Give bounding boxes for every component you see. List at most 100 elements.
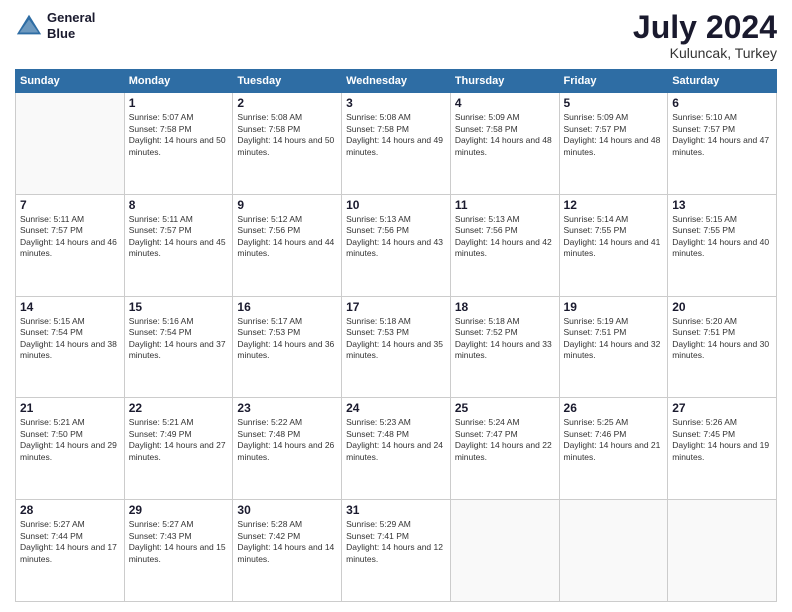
cell-info: Sunrise: 5:11 AMSunset: 7:57 PMDaylight:…: [20, 214, 120, 260]
cell-day-number: 21: [20, 401, 120, 415]
cell-day-number: 31: [346, 503, 446, 517]
cell-info: Sunrise: 5:27 AMSunset: 7:44 PMDaylight:…: [20, 519, 120, 565]
cell-day-number: 24: [346, 401, 446, 415]
calendar-cell: 16Sunrise: 5:17 AMSunset: 7:53 PMDayligh…: [233, 296, 342, 398]
week-row-5: 28 Sunrise: 5:27 AMSunset: 7:44 PMDayligh…: [16, 500, 777, 602]
logo: General Blue: [15, 10, 95, 41]
cell-day-number: 11: [455, 198, 555, 212]
cell-day-number: 26: [564, 401, 664, 415]
calendar-cell: 1 Sunrise: 5:07 AMSunset: 7:58 PMDaylight…: [124, 93, 233, 195]
calendar-cell: [559, 500, 668, 602]
cell-info: Sunrise: 5:26 AMSunset: 7:45 PMDaylight:…: [672, 417, 772, 463]
cell-info: Sunrise: 5:28 AMSunset: 7:42 PMDaylight:…: [237, 519, 337, 565]
cell-day-number: 3: [346, 96, 446, 110]
week-row-3: 14 Sunrise: 5:15 AMSunset: 7:54 PMDayligh…: [16, 296, 777, 398]
cell-day-number: 10: [346, 198, 446, 212]
cell-info: Sunrise: 5:15 AMSunset: 7:55 PMDaylight:…: [672, 214, 772, 260]
cell-info: Sunrise: 5:07 AMSunset: 7:58 PMDaylight:…: [129, 112, 229, 158]
cell-info: Sunrise: 5:16 AMSunset: 7:54 PMDaylight:…: [129, 316, 229, 362]
calendar-cell: 14 Sunrise: 5:15 AMSunset: 7:54 PMDayligh…: [16, 296, 125, 398]
cell-day-number: 15: [129, 300, 229, 314]
cell-info: Sunrise: 5:14 AMSunset: 7:55 PMDaylight:…: [564, 214, 664, 260]
calendar-cell: 25Sunrise: 5:24 AMSunset: 7:47 PMDayligh…: [450, 398, 559, 500]
calendar-cell: 30 Sunrise: 5:28 AMSunset: 7:42 PMDayligh…: [233, 500, 342, 602]
calendar-cell: 5Sunrise: 5:09 AMSunset: 7:57 PMDaylight…: [559, 93, 668, 195]
calendar-cell: 22 Sunrise: 5:21 AMSunset: 7:49 PMDayligh…: [124, 398, 233, 500]
cell-day-number: 5: [564, 96, 664, 110]
cell-info: Sunrise: 5:12 AMSunset: 7:56 PMDaylight:…: [237, 214, 337, 260]
calendar-cell: 31 Sunrise: 5:29 AMSunset: 7:41 PMDayligh…: [342, 500, 451, 602]
cell-info: Sunrise: 5:13 AMSunset: 7:56 PMDaylight:…: [455, 214, 555, 260]
calendar-cell: 18Sunrise: 5:18 AMSunset: 7:52 PMDayligh…: [450, 296, 559, 398]
day-header-sunday: Sunday: [16, 70, 125, 93]
calendar-cell: 20 Sunrise: 5:20 AMSunset: 7:51 PMDayligh…: [668, 296, 777, 398]
day-header-wednesday: Wednesday: [342, 70, 451, 93]
header-row: SundayMondayTuesdayWednesdayThursdayFrid…: [16, 70, 777, 93]
title-block: July 2024 Kuluncak, Turkey: [633, 10, 777, 61]
cell-info: Sunrise: 5:19 AMSunset: 7:51 PMDaylight:…: [564, 316, 664, 362]
cell-day-number: 4: [455, 96, 555, 110]
logo-icon: [15, 12, 43, 40]
cell-info: Sunrise: 5:17 AMSunset: 7:53 PMDaylight:…: [237, 316, 337, 362]
calendar-cell: [668, 500, 777, 602]
week-row-1: 1 Sunrise: 5:07 AMSunset: 7:58 PMDaylight…: [16, 93, 777, 195]
header: General Blue July 2024 Kuluncak, Turkey: [15, 10, 777, 61]
cell-info: Sunrise: 5:20 AMSunset: 7:51 PMDaylight:…: [672, 316, 772, 362]
cell-day-number: 6: [672, 96, 772, 110]
logo-text: General Blue: [47, 10, 95, 41]
calendar-cell: [16, 93, 125, 195]
cell-day-number: 7: [20, 198, 120, 212]
cell-info: Sunrise: 5:09 AMSunset: 7:58 PMDaylight:…: [455, 112, 555, 158]
cell-info: Sunrise: 5:21 AMSunset: 7:50 PMDaylight:…: [20, 417, 120, 463]
calendar-cell: 21 Sunrise: 5:21 AMSunset: 7:50 PMDayligh…: [16, 398, 125, 500]
calendar-cell: 2 Sunrise: 5:08 AMSunset: 7:58 PMDaylight…: [233, 93, 342, 195]
cell-info: Sunrise: 5:08 AMSunset: 7:58 PMDaylight:…: [237, 112, 337, 158]
day-header-tuesday: Tuesday: [233, 70, 342, 93]
day-header-thursday: Thursday: [450, 70, 559, 93]
cell-info: Sunrise: 5:21 AMSunset: 7:49 PMDaylight:…: [129, 417, 229, 463]
cell-day-number: 17: [346, 300, 446, 314]
cell-day-number: 20: [672, 300, 772, 314]
day-header-friday: Friday: [559, 70, 668, 93]
calendar-cell: 17 Sunrise: 5:18 AMSunset: 7:53 PMDayligh…: [342, 296, 451, 398]
cell-day-number: 14: [20, 300, 120, 314]
calendar-cell: 12Sunrise: 5:14 AMSunset: 7:55 PMDayligh…: [559, 194, 668, 296]
cell-info: Sunrise: 5:29 AMSunset: 7:41 PMDaylight:…: [346, 519, 446, 565]
calendar-cell: 6 Sunrise: 5:10 AMSunset: 7:57 PMDaylight…: [668, 93, 777, 195]
cell-day-number: 22: [129, 401, 229, 415]
week-row-4: 21 Sunrise: 5:21 AMSunset: 7:50 PMDayligh…: [16, 398, 777, 500]
calendar-cell: 11 Sunrise: 5:13 AMSunset: 7:56 PMDayligh…: [450, 194, 559, 296]
cell-info: Sunrise: 5:18 AMSunset: 7:53 PMDaylight:…: [346, 316, 446, 362]
calendar-cell: 8Sunrise: 5:11 AMSunset: 7:57 PMDaylight…: [124, 194, 233, 296]
subtitle: Kuluncak, Turkey: [633, 45, 777, 61]
cell-info: Sunrise: 5:10 AMSunset: 7:57 PMDaylight:…: [672, 112, 772, 158]
calendar-cell: 24 Sunrise: 5:23 AMSunset: 7:48 PMDayligh…: [342, 398, 451, 500]
cell-day-number: 13: [672, 198, 772, 212]
calendar-table: SundayMondayTuesdayWednesdayThursdayFrid…: [15, 69, 777, 602]
cell-day-number: 8: [129, 198, 229, 212]
cell-day-number: 1: [129, 96, 229, 110]
cell-info: Sunrise: 5:13 AMSunset: 7:56 PMDaylight:…: [346, 214, 446, 260]
cell-day-number: 2: [237, 96, 337, 110]
cell-day-number: 19: [564, 300, 664, 314]
cell-day-number: 25: [455, 401, 555, 415]
calendar-cell: 19 Sunrise: 5:19 AMSunset: 7:51 PMDayligh…: [559, 296, 668, 398]
cell-day-number: 30: [237, 503, 337, 517]
day-header-saturday: Saturday: [668, 70, 777, 93]
day-header-monday: Monday: [124, 70, 233, 93]
cell-info: Sunrise: 5:22 AMSunset: 7:48 PMDaylight:…: [237, 417, 337, 463]
cell-info: Sunrise: 5:27 AMSunset: 7:43 PMDaylight:…: [129, 519, 229, 565]
cell-day-number: 9: [237, 198, 337, 212]
month-title: July 2024: [633, 10, 777, 45]
cell-day-number: 28: [20, 503, 120, 517]
cell-info: Sunrise: 5:23 AMSunset: 7:48 PMDaylight:…: [346, 417, 446, 463]
cell-info: Sunrise: 5:08 AMSunset: 7:58 PMDaylight:…: [346, 112, 446, 158]
calendar-cell: 15 Sunrise: 5:16 AMSunset: 7:54 PMDayligh…: [124, 296, 233, 398]
cell-info: Sunrise: 5:15 AMSunset: 7:54 PMDaylight:…: [20, 316, 120, 362]
calendar-cell: 28 Sunrise: 5:27 AMSunset: 7:44 PMDayligh…: [16, 500, 125, 602]
calendar-cell: 3 Sunrise: 5:08 AMSunset: 7:58 PMDaylight…: [342, 93, 451, 195]
cell-day-number: 23: [237, 401, 337, 415]
calendar-cell: 23 Sunrise: 5:22 AMSunset: 7:48 PMDayligh…: [233, 398, 342, 500]
cell-info: Sunrise: 5:18 AMSunset: 7:52 PMDaylight:…: [455, 316, 555, 362]
calendar-cell: 27Sunrise: 5:26 AMSunset: 7:45 PMDayligh…: [668, 398, 777, 500]
